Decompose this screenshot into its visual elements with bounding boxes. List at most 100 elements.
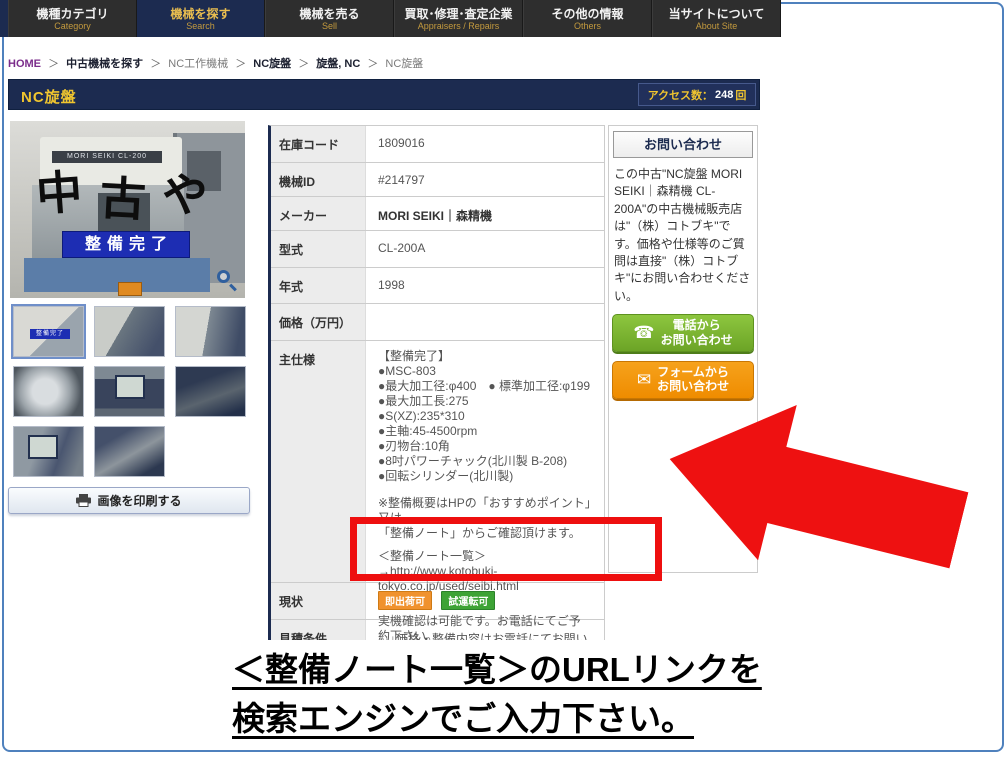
machine-base bbox=[24, 258, 210, 292]
nav-tab-others[interactable]: その他の情報 Others bbox=[523, 0, 652, 37]
row-value: 1998 bbox=[366, 268, 604, 303]
mini-maintenance-badge: 整備完了 bbox=[30, 329, 70, 339]
row-value: CL-200A bbox=[366, 231, 604, 267]
contact-description: この中古"NC旋盤 MORI SEIKI｜森精機 CL-200A"の中古機械販売… bbox=[614, 166, 752, 305]
red-highlight-box bbox=[350, 517, 662, 581]
zoom-magnifier-icon[interactable] bbox=[217, 270, 237, 290]
table-row: メーカー MORI SEIKI｜森精機 bbox=[271, 197, 604, 231]
spec-line: ●S(XZ):235*310 bbox=[378, 409, 592, 424]
spec-line: ●回転シリンダー(北川製) bbox=[378, 469, 592, 484]
envelope-icon: ✉ bbox=[637, 371, 651, 388]
breadcrumb-link[interactable]: 旋盤, NC bbox=[316, 58, 360, 70]
breadcrumb-home-link[interactable]: HOME bbox=[8, 58, 41, 70]
nav-tab-sublabel: About Site bbox=[696, 21, 738, 31]
breadcrumb-separator: ＞ bbox=[298, 58, 309, 70]
status-badge-test-run: 試運転可 bbox=[441, 591, 495, 610]
breadcrumb-link[interactable]: 中古機械を探す bbox=[66, 58, 143, 70]
thumbnail-8[interactable] bbox=[94, 426, 165, 477]
thumbnail-7[interactable] bbox=[13, 426, 84, 477]
spec-table: 在庫コード 1809016 機械ID #214797 メーカー MORI SEI… bbox=[268, 125, 605, 677]
spec-line: ●8吋パワーチャック(北川製 B-208) bbox=[378, 454, 592, 469]
spec-line: ●最大加工長:275 bbox=[378, 394, 592, 409]
breadcrumb-link[interactable]: NC工作機械 bbox=[168, 58, 228, 70]
page-title: NC旋盤 bbox=[21, 86, 77, 107]
breadcrumb-separator: ＞ bbox=[235, 58, 246, 70]
access-count-label: アクセス数： bbox=[648, 87, 713, 103]
row-value: MORI SEIKI｜森精機 bbox=[366, 197, 604, 230]
nav-tab-label: 機械を売る bbox=[299, 7, 359, 21]
row-label: 在庫コード bbox=[271, 126, 366, 162]
nav-tab-label: 買取･修理･査定企業 bbox=[404, 7, 512, 21]
thumbnail-2[interactable] bbox=[94, 306, 165, 357]
form-button-line2: お問い合わせ bbox=[657, 379, 729, 393]
annotation-line2: 検索エンジンでご入力下さい。 bbox=[232, 694, 762, 743]
breadcrumb-separator: ＞ bbox=[367, 58, 378, 70]
phone-button-line2: お問い合わせ bbox=[661, 333, 733, 347]
maintenance-complete-badge: 整備完了 bbox=[62, 231, 190, 258]
table-row: 型式 CL-200A bbox=[271, 231, 604, 268]
breadcrumb-separator: ＞ bbox=[48, 58, 59, 70]
form-inquiry-button[interactable]: ✉ フォームから お問い合わせ bbox=[612, 361, 754, 399]
main-product-photo[interactable]: MORI SEIKI CL-200 中 古 や 整備完了 bbox=[10, 121, 245, 298]
thumbnail-1[interactable]: 整備完了 bbox=[13, 306, 84, 357]
phone-inquiry-button[interactable]: ☎ 電話から お問い合わせ bbox=[612, 314, 754, 352]
spec-line: 【整備完了】 bbox=[378, 349, 592, 364]
print-button-label: 画像を印刷する bbox=[97, 492, 181, 509]
thumbnail-6[interactable] bbox=[175, 366, 246, 417]
row-label: 型式 bbox=[271, 231, 366, 267]
table-row: 在庫コード 1809016 bbox=[271, 126, 604, 163]
thumbnail-5[interactable] bbox=[94, 366, 165, 417]
nav-tab-sublabel: Category bbox=[54, 21, 91, 31]
spec-line: ●最大加工径:φ400 ● 標準加工径:φ199 bbox=[378, 379, 592, 394]
watermark-char: 中 bbox=[34, 155, 84, 224]
table-row-condition: 現状 即出荷可 試運転可 実機確認は可能です。お電話にてご予約下さい。 bbox=[271, 583, 604, 620]
breadcrumb-link[interactable]: NC旋盤 bbox=[253, 58, 291, 70]
thumbnail-4[interactable] bbox=[13, 366, 84, 417]
breadcrumb-current: NC旋盤 bbox=[385, 58, 423, 70]
spec-line: ●主軸:45-4500rpm bbox=[378, 424, 592, 439]
row-value: 1809016 bbox=[366, 126, 604, 162]
table-row: 機械ID #214797 bbox=[271, 163, 604, 197]
nav-tab-search[interactable]: 機械を探す Search bbox=[137, 0, 265, 37]
nav-tab-category[interactable]: 機種カテゴリ Category bbox=[8, 0, 137, 37]
watermark-char: や bbox=[159, 157, 212, 227]
phone-button-line1: 電話から bbox=[661, 318, 733, 332]
condition-content: 即出荷可 試運転可 実機確認は可能です。お電話にてご予約下さい。 bbox=[366, 583, 604, 619]
row-label: 機械ID bbox=[271, 163, 366, 196]
nav-tab-label: 機械を探す bbox=[170, 7, 230, 21]
row-label: メーカー bbox=[271, 197, 366, 230]
printer-icon bbox=[76, 494, 91, 507]
page-title-bar: NC旋盤 アクセス数： 248 回 bbox=[8, 79, 760, 110]
phone-icon: ☎ bbox=[633, 324, 654, 341]
access-count-badge: アクセス数： 248 回 bbox=[638, 83, 756, 106]
annotation-line1: ＜整備ノート一覧＞のURLリンクを bbox=[232, 645, 762, 694]
thumbnail-3[interactable] bbox=[175, 306, 246, 357]
table-row: 年式 1998 bbox=[271, 268, 604, 304]
breadcrumb-separator: ＞ bbox=[150, 58, 161, 70]
nav-tab-sublabel: Sell bbox=[322, 21, 337, 31]
print-images-button[interactable]: 画像を印刷する bbox=[8, 487, 250, 514]
row-value bbox=[366, 304, 604, 340]
form-button-line1: フォームから bbox=[657, 365, 729, 379]
watermark-char: 古 bbox=[98, 162, 147, 230]
nav-tab-sell[interactable]: 機械を売る Sell bbox=[265, 0, 394, 37]
row-label: 年式 bbox=[271, 268, 366, 303]
access-count-unit: 回 bbox=[735, 87, 746, 103]
machine-pedal bbox=[118, 282, 142, 296]
contact-header[interactable]: お問い合わせ bbox=[613, 131, 753, 158]
nav-tab-appraisers[interactable]: 買取･修理･査定企業 Appraisers / Repairs bbox=[394, 0, 523, 37]
nav-tab-label: その他の情報 bbox=[551, 7, 623, 21]
thumbnail-gallery: 整備完了 bbox=[13, 306, 245, 477]
row-label: 価格（万円） bbox=[271, 304, 366, 340]
row-label: 現状 bbox=[271, 583, 366, 619]
spec-line: ●刃物台:10角 bbox=[378, 439, 592, 454]
spec-line: ●MSC-803 bbox=[378, 364, 592, 379]
table-row: 価格（万円） bbox=[271, 304, 604, 341]
nav-tab-sublabel: Others bbox=[574, 21, 601, 31]
breadcrumb: HOME ＞ 中古機械を探す ＞ NC工作機械 ＞ NC旋盤 ＞ 旋盤, NC … bbox=[8, 55, 423, 71]
status-badge-ship-ready: 即出荷可 bbox=[378, 591, 432, 610]
top-navigation: 機種カテゴリ Category 機械を探す Search 機械を売る Sell … bbox=[0, 0, 781, 37]
row-value: #214797 bbox=[366, 163, 604, 196]
nav-tab-about[interactable]: 当サイトについて About Site bbox=[652, 0, 781, 37]
nav-tab-sublabel: Search bbox=[186, 21, 215, 31]
